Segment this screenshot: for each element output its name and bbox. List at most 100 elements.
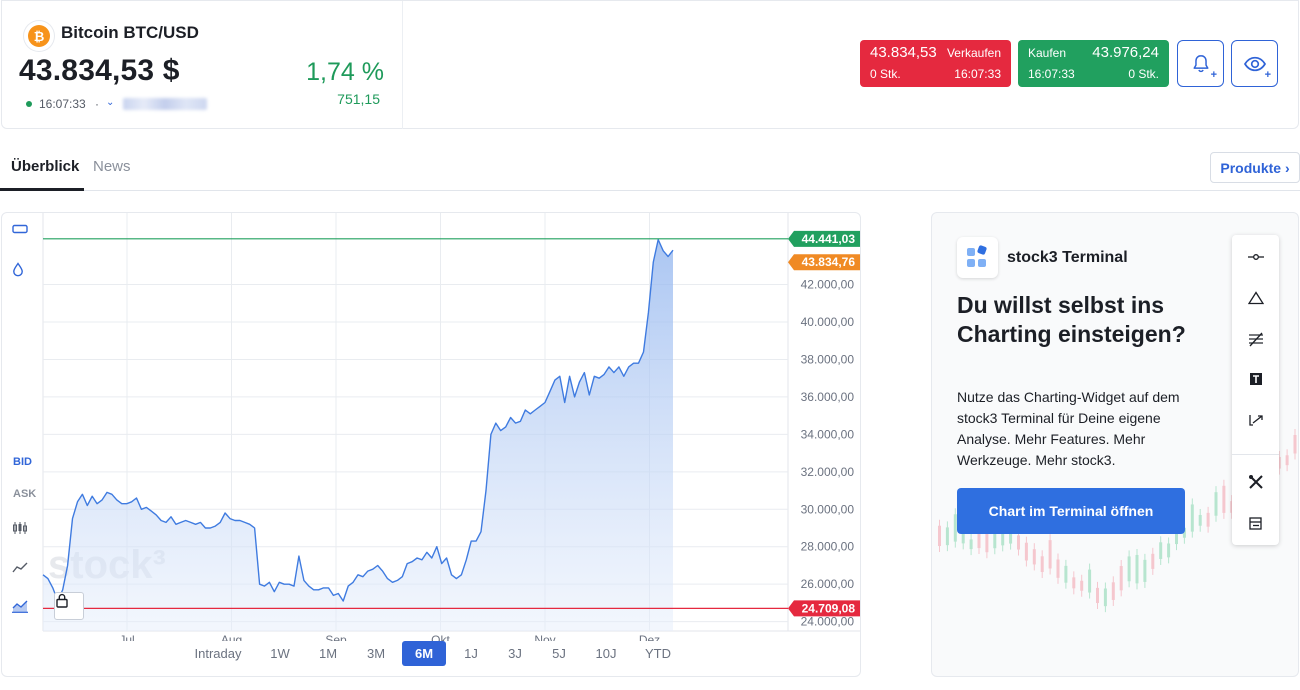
area-chart-icon[interactable] <box>12 600 34 618</box>
bg-candle <box>985 533 989 553</box>
buy-label: Kaufen <box>1028 46 1067 60</box>
x-tick-label: Nov <box>534 633 555 641</box>
x-tick-label: Sep <box>325 633 347 641</box>
bg-candle <box>1072 577 1076 589</box>
tabs-divider <box>0 190 1300 191</box>
bg-candle <box>1048 540 1052 569</box>
exchange-selector[interactable] <box>123 98 207 110</box>
triangle-tool-icon[interactable] <box>1243 288 1268 308</box>
bg-candle <box>1293 434 1297 454</box>
y-tick-label: 32.000,00 <box>801 465 855 479</box>
range-10j[interactable]: 10J <box>586 641 626 666</box>
plus-icon: + <box>1210 69 1217 81</box>
line-chart-icon[interactable] <box>12 561 34 579</box>
live-dot-icon <box>26 101 32 107</box>
arrow-tool-icon[interactable] <box>1243 410 1268 430</box>
bg-candle <box>969 539 973 550</box>
bitcoin-icon: ₿ <box>28 25 50 47</box>
bg-candle <box>1088 569 1092 593</box>
range-1m[interactable]: 1M <box>309 641 347 666</box>
promo-title: Du willst selbst ins Charting einsteigen… <box>957 292 1186 347</box>
x-tick-label: Aug <box>221 633 242 641</box>
sell-qty: 0 Stk. <box>870 67 901 81</box>
sell-time: 16:07:33 <box>954 67 1001 81</box>
current-price: 43.834,53 $ <box>19 54 180 87</box>
range-3m[interactable]: 3M <box>357 641 395 666</box>
bid-toggle[interactable]: BID <box>13 456 32 468</box>
bg-candle <box>1167 543 1171 558</box>
low-price-label: 24.709,08 <box>802 601 856 615</box>
bg-candle <box>1080 580 1084 591</box>
lock-icon <box>56 593 68 608</box>
y-tick-label: 42.000,00 <box>801 278 855 292</box>
stock3-logo-icon <box>957 237 998 278</box>
layout-icon[interactable] <box>1243 513 1268 533</box>
bg-candle <box>1040 556 1044 573</box>
plus-icon: + <box>1264 69 1271 81</box>
tab-overview[interactable]: Überblick <box>11 158 79 175</box>
range-intraday[interactable]: Intraday <box>186 641 250 666</box>
exchange-chevron-icon[interactable]: ⌄ <box>106 97 114 108</box>
sell-label: Verkaufen <box>946 46 1001 60</box>
drop-icon[interactable] <box>12 262 34 280</box>
range-6m[interactable]: 6M <box>402 641 446 666</box>
range-5j[interactable]: 5J <box>540 641 578 666</box>
add-watchlist-button[interactable]: + <box>1231 40 1278 87</box>
ask-toggle[interactable]: ASK <box>13 488 36 500</box>
range-3j[interactable]: 3J <box>496 641 534 666</box>
active-tab-indicator <box>0 188 84 191</box>
quote-time: 16:07:33 <box>39 97 86 111</box>
price-chart: 24.000,00 26.000,00 28.000,00 30.000,00 32.0… <box>1 212 861 677</box>
products-button[interactable]: Produkte › <box>1210 152 1300 183</box>
eye-icon <box>1243 56 1266 71</box>
toolbar-divider <box>1232 454 1279 455</box>
y-tick-label: 38.000,00 <box>801 352 855 366</box>
bg-candle <box>1190 504 1194 532</box>
bg-candle <box>1056 559 1060 578</box>
bg-candle <box>1214 492 1218 516</box>
y-tick-label: 26.000,00 <box>801 577 855 591</box>
bg-candle <box>1285 455 1289 466</box>
text-tool-icon[interactable] <box>1243 369 1268 389</box>
bg-candle <box>1017 535 1020 550</box>
y-tick-label: 36.000,00 <box>801 390 855 404</box>
line-tool-icon[interactable] <box>1243 247 1268 267</box>
range-1w[interactable]: 1W <box>261 641 299 666</box>
promo-text: Nutze das Charting-Widget auf dem stock3… <box>957 389 1180 468</box>
high-price-label: 44.441,03 <box>802 232 856 246</box>
fib-tool-icon[interactable] <box>1243 329 1268 349</box>
add-alert-button[interactable]: + <box>1177 40 1224 87</box>
bg-candle <box>1127 556 1131 582</box>
rectangle-tool-icon[interactable] <box>12 224 34 242</box>
meta-separator: · <box>95 97 99 111</box>
tab-news[interactable]: News <box>93 158 131 175</box>
buy-button[interactable]: Kaufen 43.976,24 16:07:33 0 Stk. <box>1018 40 1169 87</box>
time-range-selector: Intraday 1W 1M 3M 6M 1J 3J 5J 10J YTD <box>2 641 860 671</box>
bg-candle <box>1151 553 1155 569</box>
bg-candle <box>1119 566 1123 591</box>
header-divider <box>402 1 403 129</box>
y-tick-label: 30.000,00 <box>801 502 855 516</box>
price-area <box>43 239 673 631</box>
open-terminal-button[interactable]: Chart im Terminal öffnen <box>957 488 1185 534</box>
x-tick-label: Jul <box>119 633 134 641</box>
bg-candle <box>1103 588 1107 607</box>
tools-icon[interactable] <box>1243 472 1268 492</box>
bg-candle <box>1024 542 1028 561</box>
sell-price: 43.834,53 <box>870 44 937 61</box>
x-tick-label: Okt <box>431 633 450 641</box>
chart-canvas[interactable]: 24.000,00 26.000,00 28.000,00 30.000,00 32.0… <box>2 213 860 641</box>
y-tick-label: 34.000,00 <box>801 427 855 441</box>
candlestick-icon[interactable] <box>12 521 34 539</box>
bg-candle <box>1222 485 1226 513</box>
sell-button[interactable]: 43.834,53 Verkaufen 0 Stk. 16:07:33 <box>860 40 1011 87</box>
bg-candle <box>945 527 949 546</box>
bg-candle <box>1096 587 1099 604</box>
change-percent: 1,74 % <box>306 58 384 86</box>
bg-candle <box>1064 565 1068 583</box>
lock-button[interactable] <box>54 592 84 620</box>
range-ytd[interactable]: YTD <box>638 641 678 666</box>
terminal-promo: stock3 Terminal Du willst selbst ins Cha… <box>931 212 1299 677</box>
range-1j[interactable]: 1J <box>452 641 490 666</box>
bg-candle <box>1032 549 1036 565</box>
